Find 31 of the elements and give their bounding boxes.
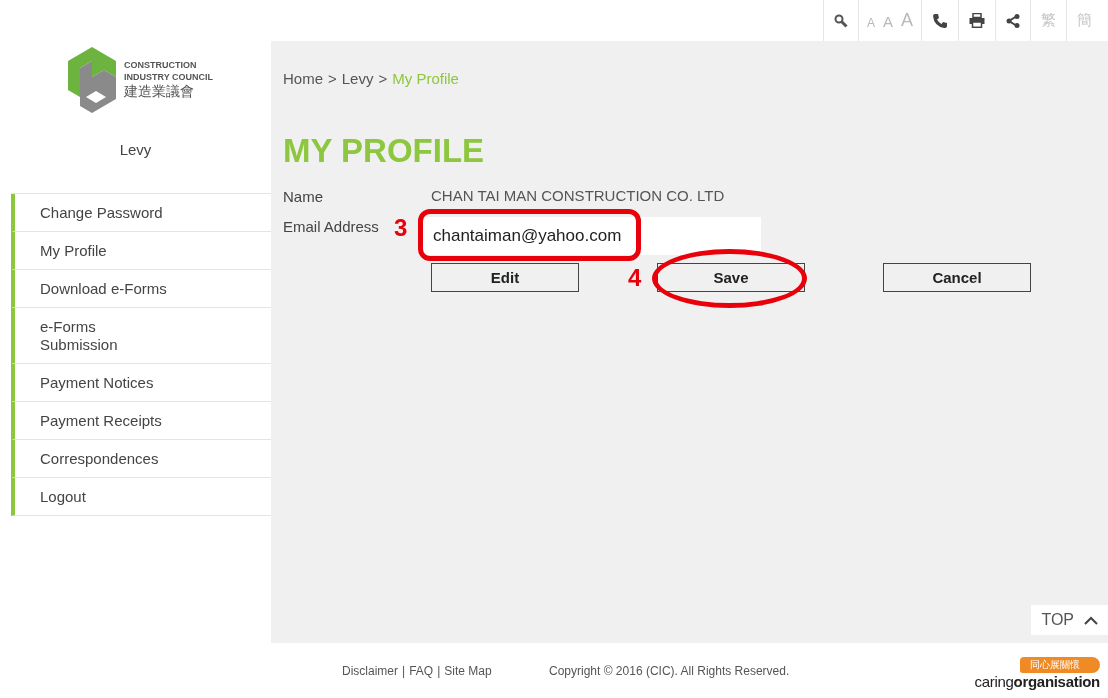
field-label: Email Address bbox=[283, 217, 379, 235]
edit-button[interactable]: Edit bbox=[431, 263, 579, 292]
footer-link[interactable]: Site Map bbox=[444, 663, 492, 678]
printer-icon bbox=[969, 13, 985, 28]
breadcrumb-separator: > bbox=[378, 70, 388, 87]
logo-text: INDUSTRY COUNCIL bbox=[124, 71, 213, 83]
back-to-top-button[interactable]: TOP bbox=[1031, 605, 1108, 635]
copyright-text: Copyright © 2016 (CIC). All Rights Reserved. bbox=[549, 663, 790, 678]
logo-icon bbox=[66, 47, 118, 113]
page-title: MY PROFILE bbox=[283, 131, 486, 171]
step-number: 4 bbox=[628, 264, 642, 292]
logo-text: 建造業議會 bbox=[124, 83, 195, 101]
footer-link[interactable]: Disclaimer bbox=[342, 663, 398, 678]
breadcrumb-link[interactable]: Levy bbox=[341, 70, 374, 87]
cancel-button[interactable]: Cancel bbox=[883, 263, 1031, 292]
link-separator: | bbox=[402, 663, 406, 678]
phone-icon bbox=[932, 12, 948, 29]
sidebar-title: Levy bbox=[118, 141, 153, 160]
field-label: Name bbox=[283, 187, 323, 205]
logo-text: CONSTRUCTION bbox=[124, 59, 198, 71]
link-separator: | bbox=[437, 663, 441, 678]
badge-logo-text: caringorganisation bbox=[974, 673, 1100, 690]
breadcrumb-link[interactable]: Home bbox=[283, 70, 323, 87]
share-icon bbox=[1006, 13, 1020, 28]
chevron-up-icon bbox=[1084, 615, 1098, 625]
breadcrumb-separator: > bbox=[328, 70, 337, 87]
footer-link[interactable]: FAQ bbox=[409, 663, 434, 678]
field-value: CHAN TAI MAN CONSTRUCTION CO. LTD bbox=[431, 187, 725, 204]
step-number: 3 bbox=[394, 214, 408, 242]
badge-banner: 同心展關懷 bbox=[1020, 657, 1100, 673]
search-icon bbox=[833, 13, 848, 28]
